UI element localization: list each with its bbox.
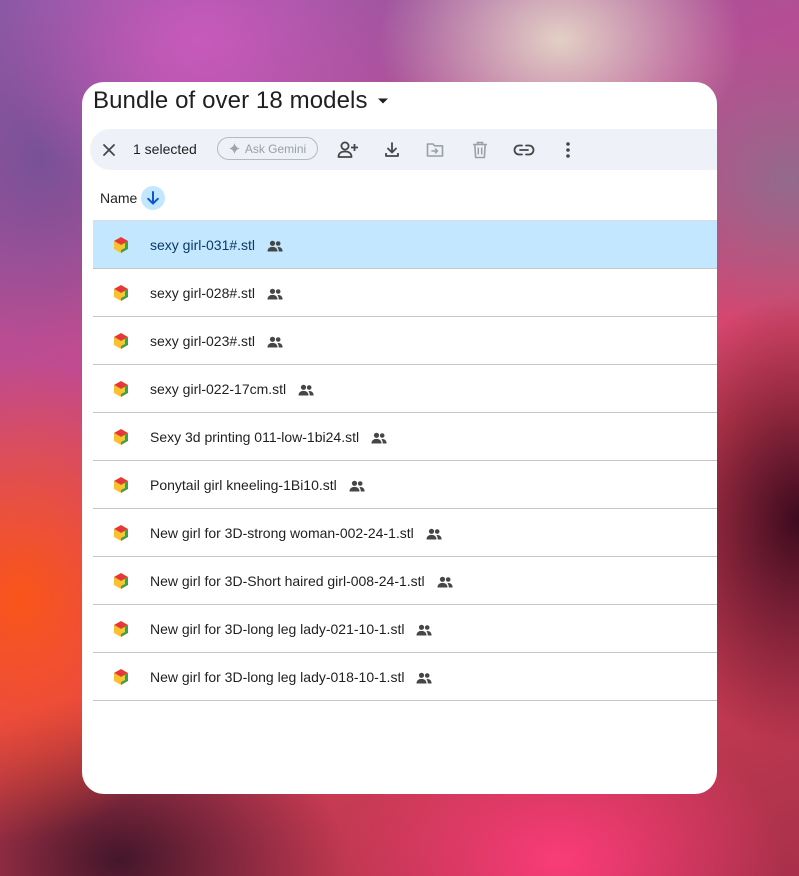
more-vert-icon [566, 141, 570, 158]
file-name: New girl for 3D-Short haired girl-008-24… [150, 573, 453, 589]
move-folder-icon [426, 142, 444, 157]
folder-title: Bundle of over 18 models [93, 87, 368, 114]
caret-down-icon [374, 92, 392, 110]
file-row[interactable]: New girl for 3D-strong woman-002-24-1.st… [93, 509, 717, 557]
shared-people-icon [349, 480, 365, 491]
name-column-header[interactable]: Name [100, 186, 166, 210]
download-icon [385, 141, 399, 157]
file-name-text: New girl for 3D-long leg lady-018-10-1.s… [150, 668, 405, 685]
file-name-text: sexy girl-023#.stl [150, 332, 256, 349]
stl-file-icon [114, 573, 128, 589]
file-row[interactable]: New girl for 3D-Short haired girl-008-24… [93, 557, 717, 605]
file-name: New girl for 3D-long leg lady-021-10-1.s… [150, 621, 432, 637]
file-row[interactable]: sexy girl-031#.stl [93, 221, 717, 269]
file-name: New girl for 3D-strong woman-002-24-1.st… [150, 525, 442, 541]
arrow-down-icon [147, 191, 160, 205]
download-button[interactable] [376, 134, 408, 166]
stl-file-icon [114, 381, 128, 397]
file-name-text: sexy girl-031#.stl [150, 236, 256, 253]
stl-file-icon [114, 429, 128, 445]
file-name-text: New girl for 3D-long leg lady-021-10-1.s… [150, 620, 405, 637]
file-name-text: Ponytail girl kneeling-1Bi10.stl [150, 476, 337, 493]
file-row[interactable]: sexy girl-028#.stl [93, 269, 717, 317]
file-name-text: sexy girl-022-17cm.stl [150, 380, 287, 397]
file-name: Ponytail girl kneeling-1Bi10.stl [150, 477, 365, 493]
file-row[interactable]: sexy girl-022-17cm.stl [93, 365, 717, 413]
selection-toolbar: 1 selected Ask Gemini [90, 129, 717, 170]
share-button[interactable] [332, 134, 364, 166]
sparkle-icon [228, 143, 240, 154]
shared-people-icon [298, 384, 314, 395]
file-list: sexy girl-031#.stl sexy girl-028#.stl se… [93, 221, 717, 701]
shared-people-icon [371, 432, 387, 443]
add-person-icon [337, 141, 358, 158]
stl-file-icon [114, 333, 128, 349]
file-row[interactable]: New girl for 3D-long leg lady-021-10-1.s… [93, 605, 717, 653]
file-name: New girl for 3D-long leg lady-018-10-1.s… [150, 669, 432, 685]
shared-people-icon [426, 528, 442, 539]
copy-link-button[interactable] [508, 134, 540, 166]
shared-people-icon [437, 576, 453, 587]
file-name: sexy girl-023#.stl [150, 333, 283, 349]
file-row[interactable]: Sexy 3d printing 011-low-1bi24.stl [93, 413, 717, 461]
file-row[interactable]: sexy girl-023#.stl [93, 317, 717, 365]
shared-people-icon [267, 240, 283, 251]
stl-file-icon [114, 669, 128, 685]
close-icon [103, 143, 115, 156]
file-name-text: Sexy 3d printing 011-low-1bi24.stl [150, 428, 360, 445]
selected-count: 1 selected [133, 141, 197, 157]
drive-window: Bundle of over 18 models 1 selected Ask … [82, 82, 717, 794]
file-name-text: New girl for 3D-strong woman-002-24-1.st… [150, 524, 414, 541]
file-name-text: sexy girl-028#.stl [150, 284, 256, 301]
clear-selection-button[interactable] [93, 134, 125, 166]
shared-people-icon [416, 672, 432, 683]
trash-icon [473, 141, 487, 158]
file-name: sexy girl-022-17cm.stl [150, 381, 314, 397]
file-row[interactable]: Ponytail girl kneeling-1Bi10.stl [93, 461, 717, 509]
ask-gemini-label: Ask Gemini [244, 141, 307, 156]
link-icon [513, 144, 535, 155]
stl-file-icon [114, 477, 128, 493]
sort-direction-button[interactable] [141, 186, 166, 210]
file-name: sexy girl-031#.stl [150, 237, 283, 253]
stl-file-icon [114, 621, 128, 637]
file-name: sexy girl-028#.stl [150, 285, 283, 301]
move-button[interactable] [419, 134, 451, 166]
ask-gemini-button[interactable]: Ask Gemini [217, 137, 318, 160]
stl-file-icon [114, 237, 128, 253]
shared-people-icon [416, 624, 432, 635]
name-column-label: Name [100, 190, 138, 206]
stl-file-icon [114, 285, 128, 301]
more-actions-button[interactable] [552, 134, 584, 166]
file-name-text: New girl for 3D-Short haired girl-008-24… [150, 572, 425, 589]
stl-file-icon [114, 525, 128, 541]
file-name: Sexy 3d printing 011-low-1bi24.stl [150, 429, 387, 445]
file-row[interactable]: New girl for 3D-long leg lady-018-10-1.s… [93, 653, 717, 701]
folder-title-dropdown[interactable]: Bundle of over 18 models [93, 84, 392, 118]
shared-people-icon [267, 288, 283, 299]
shared-people-icon [267, 336, 283, 347]
delete-button[interactable] [464, 134, 496, 166]
